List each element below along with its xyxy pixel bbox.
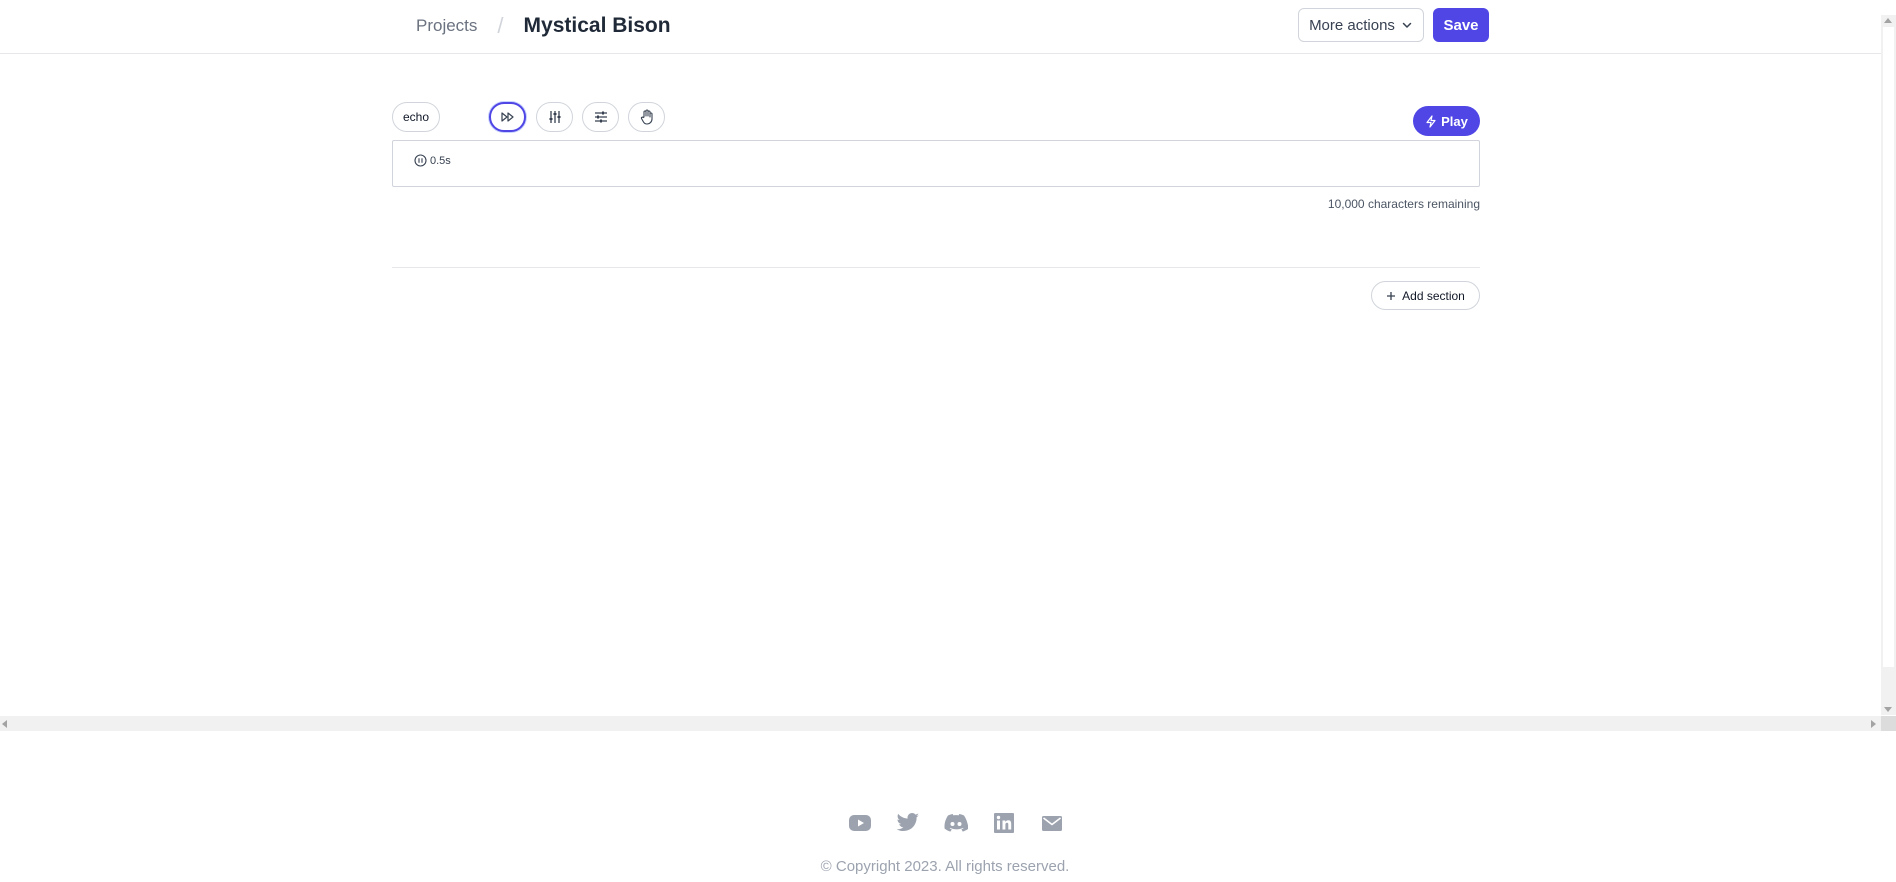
scroll-up-icon[interactable] xyxy=(1884,18,1892,23)
text-editor[interactable]: 0.5s xyxy=(392,140,1480,187)
hand-icon xyxy=(640,109,653,125)
vertical-scrollbar[interactable] xyxy=(1881,15,1896,715)
play-label: Play xyxy=(1441,113,1468,129)
pause-tag[interactable]: 0.5s xyxy=(414,154,451,167)
more-actions-label: More actions xyxy=(1309,16,1395,34)
fast-forward-icon xyxy=(500,112,514,122)
linkedin-icon xyxy=(994,813,1014,833)
horizontal-scrollbar[interactable] xyxy=(0,716,1896,731)
play-button[interactable]: Play xyxy=(1413,106,1480,136)
footer-social-links xyxy=(836,811,1076,835)
mail-icon xyxy=(1042,815,1062,831)
breadcrumb-separator: / xyxy=(497,13,504,38)
linkedin-link[interactable] xyxy=(980,811,1028,835)
breadcrumb: Projects / Mystical Bison xyxy=(416,0,671,52)
plus-icon xyxy=(1387,291,1396,300)
discord-icon xyxy=(944,814,968,832)
sliders-horizontal-icon xyxy=(594,111,607,123)
save-button[interactable]: Save xyxy=(1433,8,1489,42)
chevron-down-icon xyxy=(1402,22,1412,28)
lightning-icon xyxy=(1426,114,1436,128)
characters-remaining: 10,000 characters remaining xyxy=(1327,197,1480,211)
pause-icon xyxy=(414,154,427,167)
scroll-down-icon[interactable] xyxy=(1884,707,1892,712)
hand-button[interactable] xyxy=(628,102,665,132)
voice-chip[interactable]: echo xyxy=(392,102,440,132)
scroll-thumb[interactable] xyxy=(1883,27,1894,667)
scroll-right-icon[interactable] xyxy=(1871,720,1876,728)
more-actions-button[interactable]: More actions xyxy=(1298,8,1424,42)
sliders-vertical-icon xyxy=(549,111,560,123)
scroll-left-icon[interactable] xyxy=(2,720,7,728)
discord-link[interactable] xyxy=(932,811,980,835)
fast-forward-button[interactable] xyxy=(489,102,526,132)
top-header: Projects / Mystical Bison More actions S… xyxy=(0,0,1896,54)
page-title[interactable]: Mystical Bison xyxy=(524,14,671,38)
add-section-button[interactable]: Add section xyxy=(1371,281,1480,310)
email-link[interactable] xyxy=(1028,811,1076,835)
youtube-link[interactable] xyxy=(836,811,884,835)
copyright-text: © Copyright 2023. All rights reserved. xyxy=(820,858,1070,875)
sliders-vertical-button[interactable] xyxy=(536,102,573,132)
breadcrumb-projects-link[interactable]: Projects xyxy=(416,16,477,36)
section-divider xyxy=(392,267,1480,268)
twitter-link[interactable] xyxy=(884,811,932,835)
youtube-icon xyxy=(849,815,871,831)
pause-duration: 0.5s xyxy=(430,154,451,167)
add-section-label: Add section xyxy=(1402,288,1465,303)
sliders-horizontal-button[interactable] xyxy=(582,102,619,132)
scroll-corner xyxy=(1881,716,1896,731)
twitter-icon xyxy=(896,813,919,831)
